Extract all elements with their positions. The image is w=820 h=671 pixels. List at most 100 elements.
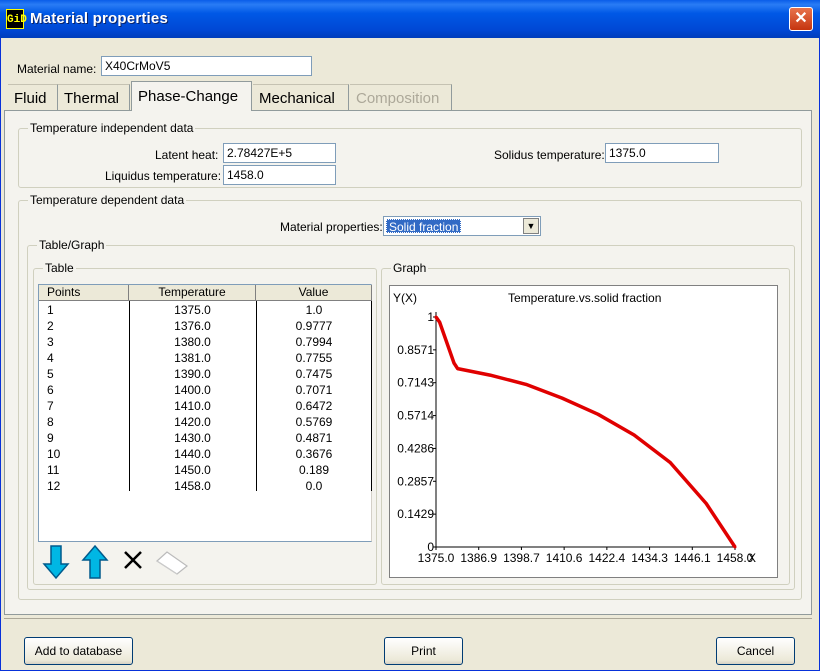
- eraser-icon[interactable]: [155, 549, 189, 575]
- tab-phase-change[interactable]: Phase-Change: [131, 81, 252, 111]
- data-point: [452, 361, 456, 365]
- data-point: [438, 320, 442, 324]
- x-tick-label: 1386.9: [460, 551, 497, 565]
- delete-x-icon[interactable]: [122, 549, 144, 571]
- table-row[interactable]: 10 1440.0 0.3676: [39, 446, 372, 462]
- cell-point: 5: [47, 367, 54, 381]
- cell-point: 2: [47, 319, 54, 333]
- print-button[interactable]: Print: [384, 637, 463, 665]
- tab-fluid[interactable]: Fluid: [8, 84, 58, 110]
- table-row[interactable]: 3 1380.0 0.7994: [39, 334, 372, 350]
- y-tick-label: 0.8571: [397, 343, 434, 357]
- cell-point: 1: [47, 303, 54, 317]
- column-header-points[interactable]: Points: [39, 285, 129, 301]
- table-row[interactable]: 12 1458.0 0.0: [39, 478, 372, 494]
- material-name-field[interactable]: X40CrMoV5: [101, 56, 312, 76]
- chart-title: Temperature.vs.solid fraction: [508, 291, 661, 305]
- data-point: [434, 315, 438, 319]
- solidus-temperature-label: Solidus temperature:: [494, 148, 605, 162]
- cell-point: 3: [47, 335, 54, 349]
- x-tick-label: 1410.6: [546, 551, 583, 565]
- arrow-up-icon[interactable]: [81, 544, 109, 580]
- x-tick-label: 1434.3: [631, 551, 668, 565]
- cell-temperature: 1381.0: [174, 351, 211, 365]
- footer-divider: [4, 618, 812, 619]
- cell-point: 7: [47, 399, 54, 413]
- liquidus-temperature-label: Liquidus temperature:: [105, 169, 222, 183]
- points-table[interactable]: Points Temperature Value 1 1375.0 1.0 2 1376…: [38, 284, 372, 542]
- table-row[interactable]: 1 1375.0 1.0: [39, 302, 372, 318]
- cell-value: 1.0: [305, 303, 323, 317]
- solidus-temperature-field[interactable]: 1375.0: [605, 143, 719, 163]
- graph-title: Graph: [391, 261, 429, 275]
- cell-temperature: 1440.0: [174, 447, 211, 461]
- chevron-down-icon[interactable]: ▼: [523, 218, 539, 234]
- cell-temperature: 1458.0: [174, 479, 211, 493]
- cell-temperature: 1380.0: [174, 335, 211, 349]
- app-icon: GiD: [6, 9, 27, 29]
- temperature-independent-title: Temperature independent data: [28, 121, 196, 135]
- temperature-dependent-title: Temperature dependent data: [28, 193, 187, 207]
- cell-value: 0.7755: [295, 351, 333, 365]
- data-point: [632, 433, 636, 437]
- data-point: [488, 373, 492, 377]
- table-row[interactable]: 6 1400.0 0.7071: [39, 382, 372, 398]
- cell-point: 9: [47, 431, 54, 445]
- solid-fraction-curve: [434, 315, 737, 548]
- latent-heat-field[interactable]: 2.78427E+5: [223, 143, 336, 163]
- cell-temperature: 1410.0: [174, 399, 211, 413]
- cell-value: 0.5769: [295, 415, 333, 429]
- add-to-database-button[interactable]: Add to database: [24, 637, 133, 665]
- close-button[interactable]: ✕: [789, 7, 813, 31]
- cell-point: 6: [47, 383, 54, 397]
- liquidus-temperature-field[interactable]: 1458.0: [223, 165, 336, 185]
- y-tick-label: 0.4286: [397, 441, 434, 455]
- y-tick-label: 0.1429: [397, 507, 434, 521]
- x-tick-label: 1422.4: [589, 551, 626, 565]
- window-title: Material properties: [30, 10, 169, 27]
- table-row[interactable]: 9 1430.0 0.4871: [39, 430, 372, 446]
- column-header-value[interactable]: Value: [256, 285, 372, 301]
- data-point: [524, 382, 528, 386]
- tab-thermal[interactable]: Thermal: [58, 84, 130, 110]
- data-point: [456, 367, 460, 371]
- graph-area[interactable]: Y(X) Temperature.vs.solid fraction X 1 0.…: [389, 285, 778, 578]
- table-title: Table: [43, 261, 76, 275]
- cell-temperature: 1400.0: [174, 383, 211, 397]
- cell-point: 8: [47, 415, 54, 429]
- cell-point: 12: [47, 479, 61, 493]
- cell-temperature: 1376.0: [174, 319, 211, 333]
- x-tick-label: 1458.0: [717, 551, 754, 565]
- y-tick-label: 0.2857: [397, 474, 434, 488]
- table-row[interactable]: 4 1381.0 0.7755: [39, 350, 372, 366]
- cell-temperature: 1375.0: [174, 303, 211, 317]
- x-tick-label: 1375.0: [418, 551, 455, 565]
- table-row[interactable]: 2 1376.0 0.9777: [39, 318, 372, 334]
- data-point: [733, 545, 737, 549]
- cell-value: 0.4871: [295, 431, 333, 445]
- data-point: [704, 502, 708, 506]
- column-header-temperature[interactable]: Temperature: [129, 285, 256, 301]
- tab-mechanical[interactable]: Mechanical: [253, 84, 349, 110]
- cell-value: 0.7071: [295, 383, 333, 397]
- table-row[interactable]: 7 1410.0 0.6472: [39, 398, 372, 414]
- material-name-label: Material name:: [17, 62, 97, 76]
- y-tick-label: 0.5714: [397, 409, 434, 423]
- arrow-down-icon[interactable]: [42, 544, 70, 580]
- cancel-button[interactable]: Cancel: [716, 637, 795, 665]
- material-properties-select[interactable]: Solid fraction ▼: [383, 216, 541, 236]
- cell-value: 0.6472: [295, 399, 333, 413]
- y-tick-label: 0.7143: [397, 376, 434, 390]
- table-graph-title: Table/Graph: [37, 238, 107, 252]
- cell-point: 4: [47, 351, 54, 365]
- cell-point: 10: [47, 447, 61, 461]
- cell-temperature: 1420.0: [174, 415, 211, 429]
- cell-temperature: 1450.0: [174, 463, 211, 477]
- table-row[interactable]: 11 1450.0 0.189: [39, 462, 372, 478]
- table-row[interactable]: 8 1420.0 0.5769: [39, 414, 372, 430]
- material-properties-label: Material properties:: [280, 220, 383, 234]
- solid-fraction-chart: Y(X) Temperature.vs.solid fraction X 10.…: [393, 291, 756, 565]
- tab-composition[interactable]: Composition: [350, 84, 452, 110]
- close-icon: ✕: [794, 10, 808, 27]
- table-row[interactable]: 5 1390.0 0.7475: [39, 366, 372, 382]
